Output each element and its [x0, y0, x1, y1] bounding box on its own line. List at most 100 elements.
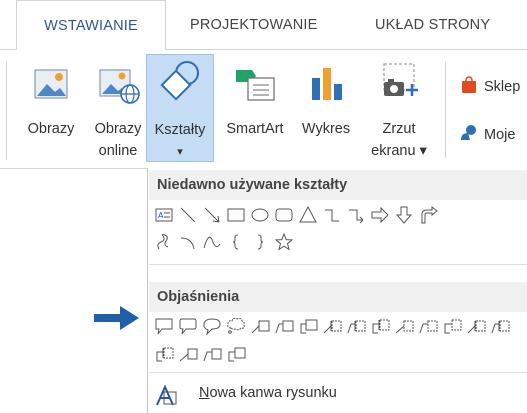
- accent-callout-2-icon: [347, 320, 366, 334]
- accent-callout-3-icon: [372, 319, 390, 334]
- no-border-callout-2-icon: [203, 348, 222, 362]
- oval-callout-icon: [203, 318, 221, 336]
- pictures-button[interactable]: Obrazy: [14, 54, 88, 162]
- callout-accent-bar-3[interactable]: [370, 316, 390, 336]
- border-callout-2-icon: [419, 320, 438, 334]
- pointer-arrow-icon: [94, 306, 139, 330]
- bent-arrow-shape[interactable]: [418, 205, 438, 225]
- callout-no-border-3[interactable]: [226, 344, 246, 364]
- my-apps-icon: [461, 125, 476, 140]
- accent-border-callout-1-icon: [467, 320, 486, 334]
- chart-button[interactable]: Wykres: [294, 54, 358, 162]
- pictures-label: Obrazy: [27, 121, 75, 137]
- rectangular-callout-icon: [155, 318, 173, 335]
- arc-shape[interactable]: [178, 232, 198, 252]
- new-drawing-canvas-item[interactable]: Nowa kanwa rysunku: [149, 378, 527, 412]
- right-arrow-icon: [371, 206, 389, 224]
- callout-accent-border-3[interactable]: [154, 344, 174, 364]
- callout-no-border-2[interactable]: [202, 344, 222, 364]
- accent-border-callout-3-icon: [156, 347, 174, 362]
- shapes-button[interactable]: Kształty ▾: [146, 54, 214, 162]
- ribbon-tab-bar: WSTAWIANIE PROJEKTOWANIE UKŁAD STRONY: [0, 0, 527, 50]
- callout-accent-bar-1[interactable]: [322, 316, 342, 336]
- rectangle-shape[interactable]: [226, 205, 246, 225]
- star-shape[interactable]: [274, 232, 294, 252]
- freeform-scribble-shape[interactable]: [154, 232, 174, 252]
- left-brace-icon: [232, 234, 239, 250]
- oval-shape[interactable]: [250, 205, 270, 225]
- chart-icon: [312, 68, 342, 100]
- callout-accent-bar-2[interactable]: [346, 316, 366, 336]
- callout-border-2[interactable]: [418, 316, 438, 336]
- shapes-dropdown-menu: Niedawno używane kształty A Objaśnienia …: [147, 168, 527, 413]
- elbow-connector-icon: [325, 209, 339, 222]
- no-border-callout-1-icon: [179, 348, 198, 362]
- screenshot-label: Zrzut ekranu ▾: [371, 121, 427, 159]
- tab-projektowanie[interactable]: PROJEKTOWANIE: [190, 0, 317, 50]
- elbow-connector-shape[interactable]: [322, 205, 342, 225]
- tab-uklad-strony[interactable]: UKŁAD STRONY: [375, 0, 490, 50]
- my-apps-button[interactable]: Moje: [460, 124, 515, 146]
- svg-text:A: A: [158, 211, 164, 220]
- callout-rectangular[interactable]: [154, 316, 174, 336]
- online-pictures-button[interactable]: Obrazy online: [86, 54, 150, 162]
- callout-line-1[interactable]: [250, 316, 270, 336]
- border-callout-1-icon: [395, 320, 414, 334]
- left-brace-shape[interactable]: [226, 232, 246, 252]
- section-divider: [149, 264, 527, 265]
- shapes-icon: [160, 61, 199, 101]
- triangle-shape[interactable]: [298, 205, 318, 225]
- arrow-line-icon: [204, 207, 220, 223]
- callout-border-1[interactable]: [394, 316, 414, 336]
- callouts-header: Objaśnienia: [149, 282, 527, 312]
- tab-wstawianie[interactable]: WSTAWIANIE: [16, 0, 166, 50]
- text-box-shape[interactable]: A: [154, 205, 174, 225]
- line-callout-1-icon: [251, 320, 270, 334]
- callout-accent-border-2[interactable]: [490, 316, 510, 336]
- callout-line-2[interactable]: [274, 316, 294, 336]
- recent-shapes-header: Niedawno używane kształty: [149, 170, 527, 200]
- oval-icon: [251, 208, 269, 222]
- down-arrow-shape[interactable]: [394, 205, 414, 225]
- line-callout-2-icon: [275, 320, 294, 334]
- star-icon: [274, 232, 294, 251]
- smartart-button[interactable]: SmartArt: [216, 54, 294, 162]
- callout-no-border-1[interactable]: [178, 344, 198, 364]
- chart-label: Wykres: [301, 121, 351, 137]
- image-icon: [34, 69, 68, 99]
- online-image-icon: [99, 69, 140, 104]
- cloud-callout-icon: [227, 317, 245, 334]
- curve-shape[interactable]: [202, 232, 222, 252]
- triangle-icon: [299, 205, 317, 223]
- rounded-rectangle-shape[interactable]: [274, 205, 294, 225]
- screenshot-button[interactable]: Zrzut ekranu ▾: [360, 54, 438, 162]
- smartart-label: SmartArt: [226, 121, 284, 137]
- callout-accent-border-1[interactable]: [466, 316, 486, 336]
- callout-rounded-rectangular[interactable]: [178, 316, 198, 336]
- shapes-dropdown-caret: ▾: [177, 146, 183, 158]
- smartart-icon: [236, 70, 275, 101]
- border-callout-3-icon: [444, 319, 462, 334]
- ribbon-separator: [445, 62, 446, 158]
- callout-cloud[interactable]: [226, 316, 246, 336]
- arrow-line-shape[interactable]: [202, 205, 222, 225]
- ribbon-group-edge: [6, 62, 7, 160]
- shapes-label: Kształty ▾: [147, 119, 213, 163]
- callout-oval[interactable]: [202, 316, 222, 336]
- new-drawing-canvas-label: Nowa kanwa rysunku: [199, 385, 337, 401]
- elbow-arrow-connector-shape[interactable]: [346, 205, 366, 225]
- drawing-canvas-icon: [156, 384, 177, 406]
- section-divider: [149, 372, 527, 373]
- store-button[interactable]: Sklep: [460, 76, 520, 98]
- callout-line-3[interactable]: [298, 316, 318, 336]
- store-icon: [462, 76, 476, 93]
- right-arrow-shape[interactable]: [370, 205, 390, 225]
- elbow-arrow-connector-icon: [349, 209, 364, 224]
- line-shape[interactable]: [178, 205, 198, 225]
- callout-border-3[interactable]: [442, 316, 462, 336]
- down-arrow-icon: [395, 206, 413, 224]
- arc-icon: [180, 237, 195, 250]
- bent-arrow-icon: [421, 205, 438, 224]
- right-brace-shape[interactable]: [250, 232, 270, 252]
- rounded-rectangular-callout-icon: [179, 318, 197, 335]
